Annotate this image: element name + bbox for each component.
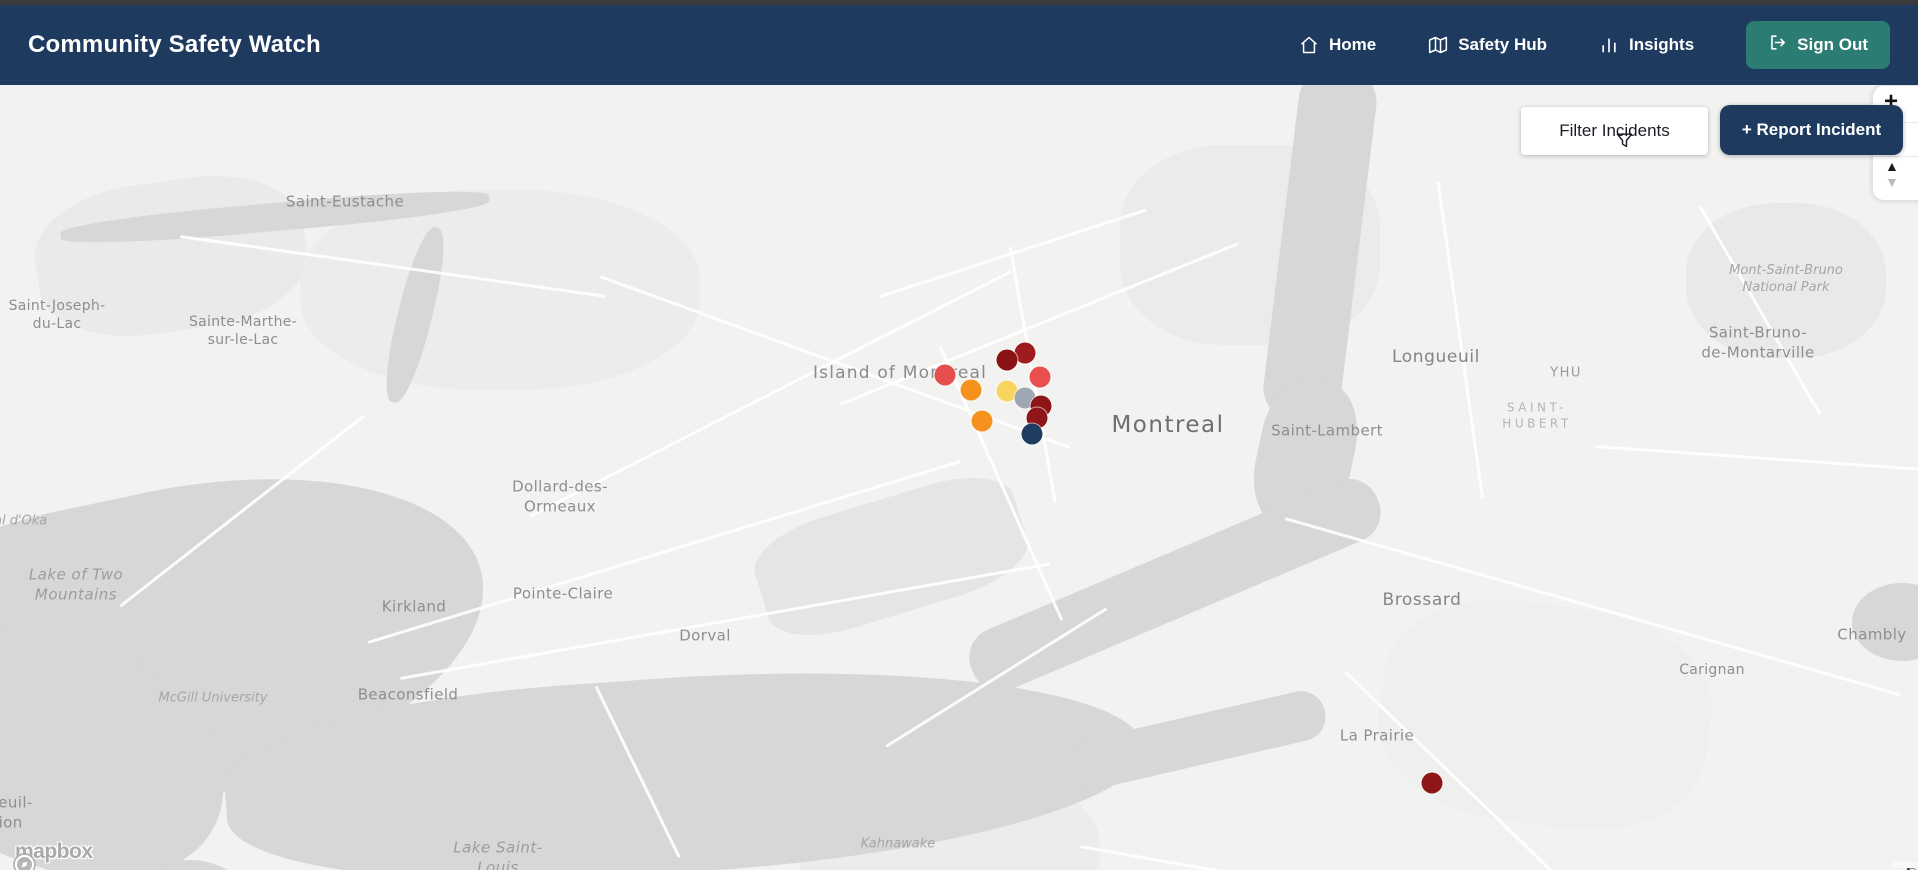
map-attribution: © Mapbox © OpenStreetMap Improve this ma…	[1892, 862, 1918, 870]
nav-home[interactable]: Home	[1299, 35, 1376, 55]
divider	[1873, 156, 1918, 157]
map-place-label: Kahnawake	[860, 836, 936, 852]
map-place-label: Kirkland	[381, 597, 447, 616]
incident-marker[interactable]	[1014, 342, 1036, 364]
map-place-label: Carignan	[1679, 661, 1745, 678]
map-place-label: Saint-Eustache	[285, 192, 405, 211]
map-place-label: Chambly	[1837, 625, 1907, 644]
incident-marker[interactable]	[934, 364, 956, 386]
map-place-label: Dorval	[679, 626, 731, 645]
nav-safety-hub[interactable]: Safety Hub	[1428, 35, 1547, 55]
home-icon	[1299, 35, 1319, 55]
filter-incidents-label: Filter Incidents	[1559, 121, 1670, 140]
incident-marker[interactable]	[960, 379, 982, 401]
pitch-down-button[interactable]: ▼	[1885, 174, 1899, 190]
main-nav: Home Safety Hub Insights Sign Out	[1299, 21, 1890, 69]
bar-chart-icon	[1599, 35, 1619, 55]
map-place-label: Island of Montreal	[812, 362, 988, 383]
nav-insights-label: Insights	[1629, 35, 1695, 54]
map-place-label: Beaconsfield	[357, 685, 459, 704]
nav-home-label: Home	[1328, 35, 1377, 54]
filter-incidents-button[interactable]: Filter Incidents	[1521, 107, 1708, 155]
improve-map-link[interactable]: Improve this map	[1906, 865, 1918, 870]
app-header: Community Safety Watch Home Safety Hub I…	[0, 5, 1918, 85]
incident-marker[interactable]	[996, 349, 1018, 371]
map-place-label: Saint-Bruno- de-Montarville	[1701, 323, 1815, 362]
map-place-label: La Prairie	[1339, 726, 1415, 745]
pitch-up-button[interactable]: ▲	[1885, 158, 1899, 174]
report-incident-label: + Report Incident	[1741, 120, 1882, 139]
map-place-label: reuil- rion	[0, 793, 33, 832]
nav-insights[interactable]: Insights	[1599, 35, 1694, 55]
nav-safety-hub-label: Safety Hub	[1458, 35, 1547, 54]
app-title: Community Safety Watch	[28, 31, 321, 58]
map-place-label: Sainte-Marthe- sur-le-Lac	[188, 313, 298, 348]
incident-marker[interactable]	[1421, 772, 1443, 794]
incident-marker[interactable]	[971, 410, 993, 432]
sign-out-label: Sign Out	[1797, 35, 1868, 54]
map-place-label: Lake of Two Mountains	[28, 565, 124, 604]
map-place-label: SAINT- HUBERT	[1502, 400, 1572, 430]
map-place-label: McGill University	[158, 690, 268, 706]
mapbox-logo[interactable]: mapbox	[12, 840, 93, 870]
map-place-label: Brossard	[1382, 589, 1462, 610]
map-place-label: Montreal	[1111, 412, 1225, 439]
sign-out-button[interactable]: Sign Out	[1746, 21, 1890, 69]
map-place-label: Dollard-des- Ormeaux	[512, 477, 608, 516]
map-place-label: Saint-Joseph- du-Lac	[8, 297, 106, 332]
map-icon	[1428, 35, 1448, 55]
map-place-label: al d'Oka	[0, 513, 48, 529]
map-place-label: Pointe-Claire	[512, 584, 614, 603]
map-place-label: Lake Saint- Louis	[453, 838, 543, 870]
map-place-label: Mont-Saint-Bruno National Park	[1729, 263, 1843, 295]
report-incident-button[interactable]: + Report Incident	[1720, 105, 1903, 155]
logout-icon	[1768, 33, 1787, 57]
map-canvas[interactable]: Saint-Eustache Saint-Joseph- du-Lac Sainte…	[0, 85, 1918, 870]
incident-marker[interactable]	[1021, 423, 1043, 445]
browser-top-strip	[0, 0, 1918, 5]
incident-marker[interactable]	[1029, 366, 1051, 388]
map-place-label: Longueuil	[1392, 346, 1480, 367]
map-place-label: Saint-Lambert	[1271, 421, 1383, 440]
map-place-label: YHU	[1550, 365, 1582, 381]
